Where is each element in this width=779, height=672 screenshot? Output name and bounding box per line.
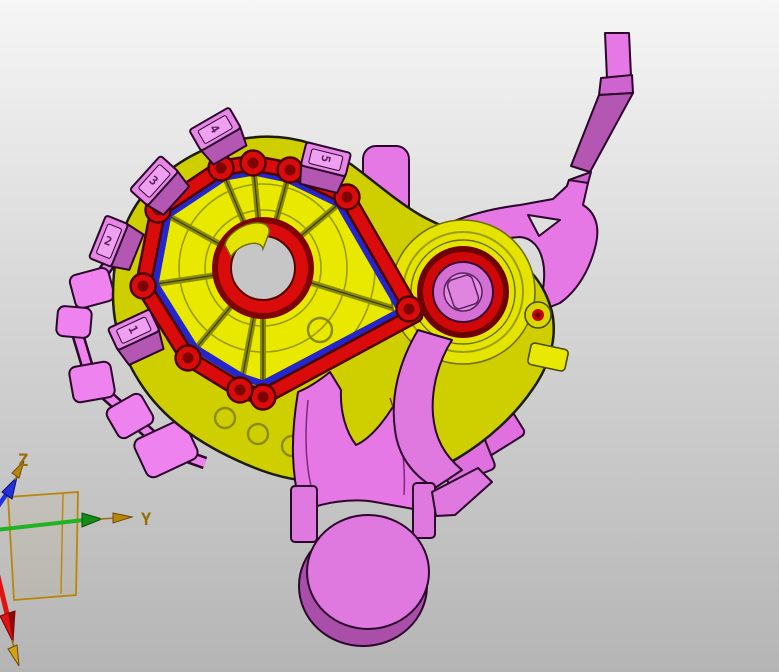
- cylinder-post-left: [291, 486, 317, 542]
- datum-plane-outline: [8, 492, 78, 600]
- edge-bolt-boss: [525, 302, 551, 328]
- chain-pad: [56, 306, 92, 339]
- z-axis-label: Z: [18, 451, 28, 471]
- strap-segment-top: [605, 33, 631, 79]
- output-seal[interactable]: [417, 246, 509, 338]
- viewport-canvas[interactable]: 1 2 3 4 5: [0, 0, 779, 672]
- chain-pad: [68, 361, 116, 404]
- datum-plane[interactable]: [8, 492, 78, 600]
- cad-viewport[interactable]: 1 2 3 4 5: [0, 0, 779, 672]
- bottom-cylinder-face[interactable]: [307, 515, 429, 629]
- central-bore[interactable]: [212, 217, 314, 319]
- y-axis-label: Y: [141, 510, 152, 530]
- strap-collar-1: [599, 75, 633, 95]
